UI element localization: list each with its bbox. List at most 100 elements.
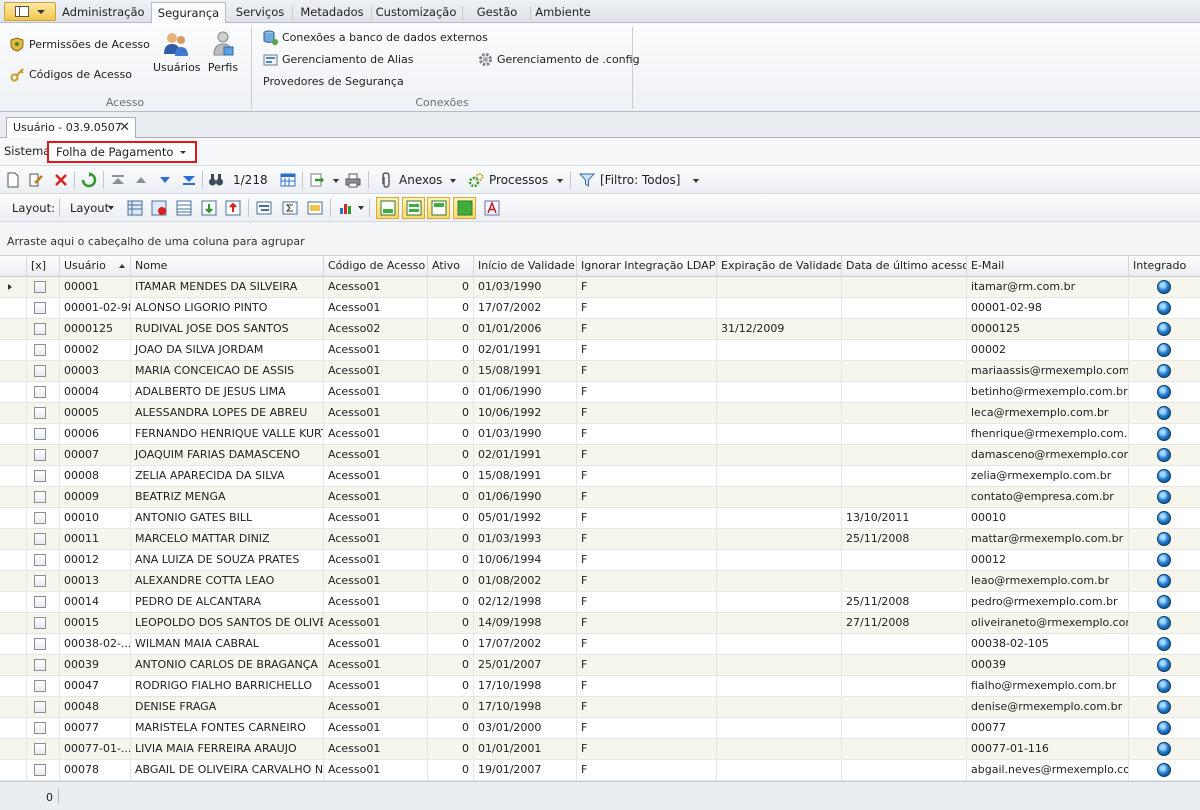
cell-ignorar-ldap[interactable]: F: [577, 571, 717, 592]
cell-usuario[interactable]: 00011: [60, 529, 131, 550]
row-checkbox[interactable]: [34, 407, 46, 419]
cell-expiracao[interactable]: [717, 487, 842, 508]
cell-email[interactable]: pedro@rmexemplo.com.br: [967, 592, 1129, 613]
cell-inicio-validade[interactable]: 25/01/2007: [474, 655, 577, 676]
row-checkbox[interactable]: [34, 743, 46, 755]
cell-ignorar-ldap[interactable]: F: [577, 298, 717, 319]
cell-inicio-validade[interactable]: 02/01/1991: [474, 340, 577, 361]
row-checkbox[interactable]: [34, 470, 46, 482]
cell-usuario[interactable]: 00002: [60, 340, 131, 361]
row-checkbox[interactable]: [34, 596, 46, 608]
cell-ativo[interactable]: 0: [428, 466, 474, 487]
cell-email[interactable]: oliveiraneto@rmexemplo.com...: [967, 613, 1129, 634]
cell-ativo[interactable]: 0: [428, 760, 474, 781]
cell-inicio-validade[interactable]: 19/01/2007: [474, 760, 577, 781]
cell-ignorar-ldap[interactable]: F: [577, 424, 717, 445]
cell-nome[interactable]: BEATRIZ MENGA: [131, 487, 324, 508]
cell-expiracao[interactable]: [717, 760, 842, 781]
column-header-ativo[interactable]: Ativo: [428, 256, 474, 277]
cell-ativo[interactable]: 0: [428, 613, 474, 634]
row-checkbox[interactable]: [34, 722, 46, 734]
row-checkbox[interactable]: [34, 281, 46, 293]
cell-nome[interactable]: RUDIVAL JOSE DOS SANTOS: [131, 319, 324, 340]
row-checkbox[interactable]: [34, 638, 46, 650]
permissoes-acesso-button[interactable]: Permissões de Acesso: [10, 37, 150, 52]
cell-expiracao[interactable]: [717, 361, 842, 382]
cell-expiracao[interactable]: [717, 466, 842, 487]
font-icon[interactable]: [484, 200, 500, 216]
cell-ativo[interactable]: 0: [428, 424, 474, 445]
cell-codigo-acesso[interactable]: Acesso01: [324, 487, 428, 508]
cell-codigo-acesso[interactable]: Acesso01: [324, 466, 428, 487]
cell-usuario[interactable]: 00077-01-...: [60, 739, 131, 760]
table-row[interactable]: 00077 MARISTELA FONTES CARNEIRO Acesso01 0 0…: [0, 718, 1200, 739]
cell-email[interactable]: 00001-02-98: [967, 298, 1129, 319]
cell-expiracao[interactable]: [717, 298, 842, 319]
cell-ativo[interactable]: 0: [428, 340, 474, 361]
cell-nome[interactable]: WILMAN MAIA CABRAL: [131, 634, 324, 655]
cell-nome[interactable]: MARISTELA FONTES CARNEIRO: [131, 718, 324, 739]
cell-expiracao[interactable]: [717, 613, 842, 634]
cell-ultimo-acesso[interactable]: [842, 697, 967, 718]
cell-ultimo-acesso[interactable]: [842, 676, 967, 697]
cell-inicio-validade[interactable]: 17/07/2002: [474, 298, 577, 319]
cell-nome[interactable]: LIVIA MAIA FERREIRA ARAUJO: [131, 739, 324, 760]
cell-usuario[interactable]: 00039: [60, 655, 131, 676]
cell-ativo[interactable]: 0: [428, 382, 474, 403]
close-icon[interactable]: ✕: [119, 118, 130, 137]
tab-servicos[interactable]: Serviços: [231, 4, 289, 23]
cell-nome[interactable]: MARCELO MATTAR DINIZ: [131, 529, 324, 550]
cell-inicio-validade[interactable]: 01/06/1990: [474, 382, 577, 403]
cell-expiracao[interactable]: 31/12/2009: [717, 319, 842, 340]
cell-ultimo-acesso[interactable]: 25/11/2008: [842, 592, 967, 613]
last-record-icon[interactable]: [181, 172, 197, 188]
gerenciamento-alias-button[interactable]: Gerenciamento de Alias: [263, 52, 414, 67]
calendar-grid-icon[interactable]: [280, 172, 296, 188]
column-header-expiracao[interactable]: Expiração de Validade: [717, 256, 842, 277]
grid-highlight-icon[interactable]: [307, 200, 323, 216]
cell-codigo-acesso[interactable]: Acesso01: [324, 697, 428, 718]
cell-codigo-acesso[interactable]: Acesso01: [324, 718, 428, 739]
cell-expiracao[interactable]: [717, 739, 842, 760]
cell-ativo[interactable]: 0: [428, 550, 474, 571]
cell-usuario[interactable]: 00004: [60, 382, 131, 403]
cell-email[interactable]: 00077: [967, 718, 1129, 739]
cell-email[interactable]: 00010: [967, 508, 1129, 529]
tab-gestao[interactable]: Gestão: [466, 4, 528, 23]
table-row[interactable]: 00005 ALESSANDRA LOPES DE ABREU Acesso01 0 1…: [0, 403, 1200, 424]
column-header-integrado[interactable]: Integrado: [1129, 256, 1200, 277]
group-by-area[interactable]: Arraste aqui o cabeçalho de uma coluna p…: [0, 222, 1200, 256]
cell-inicio-validade[interactable]: 01/03/1990: [474, 277, 577, 298]
cell-ativo[interactable]: 0: [428, 655, 474, 676]
cell-inicio-validade[interactable]: 01/08/2002: [474, 571, 577, 592]
paperclip-icon[interactable]: [378, 172, 394, 188]
row-checkbox[interactable]: [34, 701, 46, 713]
cell-expiracao[interactable]: [717, 424, 842, 445]
cell-usuario[interactable]: 00077: [60, 718, 131, 739]
cell-codigo-acesso[interactable]: Acesso01: [324, 277, 428, 298]
cell-ultimo-acesso[interactable]: [842, 424, 967, 445]
layout-save-icon[interactable]: [127, 200, 143, 216]
cell-email[interactable]: 00002: [967, 340, 1129, 361]
cell-codigo-acesso[interactable]: Acesso01: [324, 571, 428, 592]
cell-ignorar-ldap[interactable]: F: [577, 760, 717, 781]
cell-ignorar-ldap[interactable]: F: [577, 445, 717, 466]
cell-ativo[interactable]: 0: [428, 676, 474, 697]
new-record-icon[interactable]: [5, 172, 21, 188]
layout-dropdown-icon[interactable]: [108, 206, 114, 210]
cell-usuario[interactable]: 00078: [60, 760, 131, 781]
tab-seguranca[interactable]: Segurança: [151, 2, 226, 24]
cell-nome[interactable]: ABGAIL DE OLIVEIRA CARVALHO N...: [131, 760, 324, 781]
tab-administracao[interactable]: Administração: [62, 4, 145, 23]
filter-icon[interactable]: [579, 172, 595, 188]
cell-expiracao[interactable]: [717, 382, 842, 403]
cell-email[interactable]: leca@rmexemplo.com.br: [967, 403, 1129, 424]
cell-usuario[interactable]: 00013: [60, 571, 131, 592]
cell-nome[interactable]: JOAO DA SILVA JORDAM: [131, 340, 324, 361]
cell-inicio-validade[interactable]: 17/07/2002: [474, 634, 577, 655]
usuarios-button[interactable]: Usuários: [153, 29, 201, 74]
cell-ultimo-acesso[interactable]: [842, 340, 967, 361]
cell-ultimo-acesso[interactable]: [842, 760, 967, 781]
cell-ativo[interactable]: 0: [428, 739, 474, 760]
cell-ignorar-ldap[interactable]: F: [577, 592, 717, 613]
